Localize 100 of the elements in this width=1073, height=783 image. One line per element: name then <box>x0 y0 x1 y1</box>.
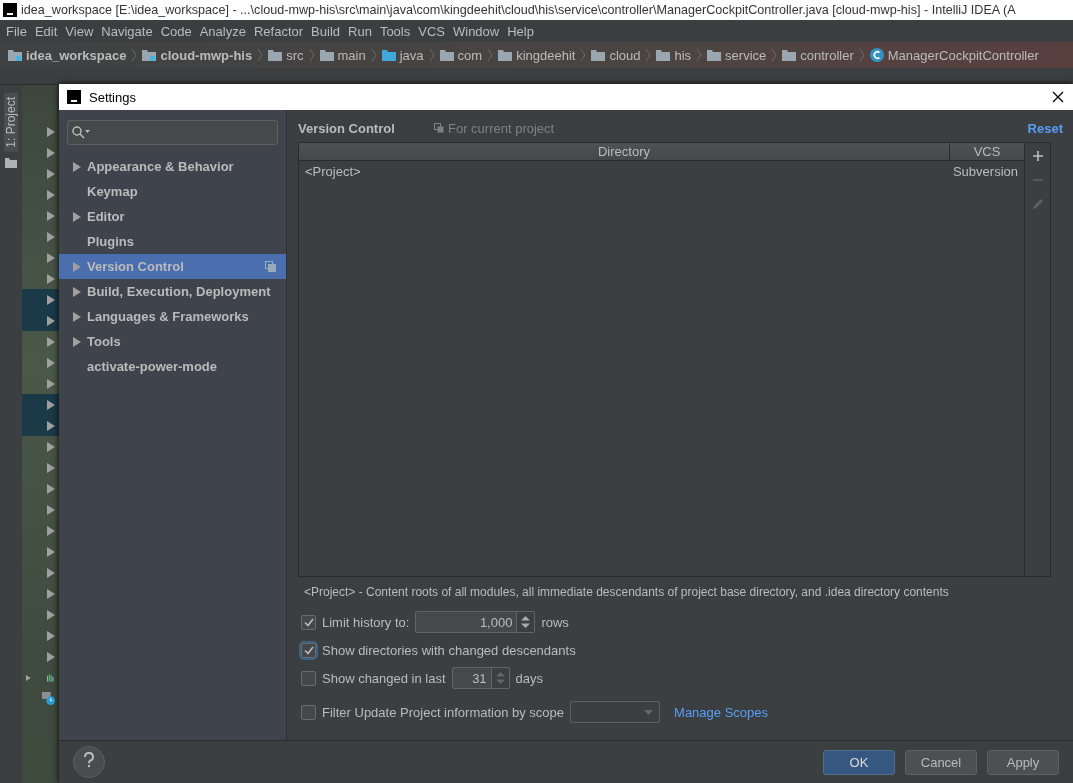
expand-arrow-icon[interactable] <box>47 231 55 242</box>
breadcrumb-item[interactable]: cloud-mwp-his <box>142 47 253 63</box>
chevron-icon <box>771 48 778 62</box>
close-icon[interactable] <box>1051 90 1065 104</box>
expand-arrow-icon[interactable] <box>47 189 55 200</box>
checkbox[interactable] <box>301 642 316 658</box>
menu-item[interactable]: Edit <box>30 23 62 39</box>
spinner-arrows-icon[interactable] <box>521 615 531 629</box>
expand-arrow-icon[interactable] <box>47 168 55 179</box>
dialog-button[interactable]: Apply <box>987 749 1059 775</box>
dialog-button[interactable]: Cancel <box>905 749 977 775</box>
settings-category[interactable]: Languages & Frameworks <box>59 304 286 329</box>
settings-category[interactable]: Editor <box>59 204 286 229</box>
search-field[interactable] <box>67 120 278 145</box>
column-header[interactable]: VCS <box>949 143 1024 160</box>
expand-arrow-icon[interactable] <box>47 630 55 641</box>
expand-arrow-icon[interactable] <box>47 525 55 536</box>
breadcrumb-item[interactable]: main <box>319 47 366 63</box>
checkbox[interactable] <box>301 704 316 720</box>
tree-row[interactable] <box>22 289 59 310</box>
expand-arrow-icon[interactable] <box>73 286 81 297</box>
expand-arrow-icon[interactable] <box>47 651 55 662</box>
scope-label: For current project <box>448 120 555 136</box>
expand-arrow-icon[interactable] <box>73 311 81 322</box>
caret-icon <box>644 709 654 715</box>
expand-arrow-icon[interactable] <box>26 672 31 683</box>
expand-arrow-icon[interactable] <box>47 147 55 158</box>
help-button[interactable] <box>73 746 105 778</box>
expand-arrow-icon[interactable] <box>47 126 55 137</box>
checkbox[interactable] <box>301 670 316 686</box>
settings-category[interactable]: activate-power-mode <box>59 354 286 379</box>
dialog-button[interactable]: OK <box>823 749 895 775</box>
expand-arrow-icon[interactable] <box>47 378 55 389</box>
column-header[interactable]: Directory <box>299 143 949 160</box>
settings-category[interactable]: Keymap <box>59 179 286 204</box>
expand-arrow-icon[interactable] <box>73 211 81 222</box>
menu-item[interactable]: Code <box>156 23 196 39</box>
dialog-title: Settings <box>89 89 137 105</box>
breadcrumb-item[interactable]: java <box>381 47 424 63</box>
menu-item[interactable]: Window <box>448 23 504 39</box>
expand-arrow-icon[interactable] <box>47 588 55 599</box>
tree-row[interactable] <box>22 394 59 415</box>
folder-icon <box>782 49 797 61</box>
expand-arrow-icon[interactable] <box>47 399 55 410</box>
folder-icon <box>319 49 334 61</box>
expand-arrow-icon[interactable] <box>47 567 55 578</box>
menu-item[interactable]: File <box>2 23 31 39</box>
expand-arrow-icon[interactable] <box>47 546 55 557</box>
breadcrumb-item[interactable]: src <box>268 47 304 63</box>
expand-arrow-icon[interactable] <box>47 273 55 284</box>
manage-scopes-link[interactable]: Manage Scopes <box>674 704 768 720</box>
folder-icon <box>591 49 606 61</box>
breadcrumb-item[interactable]: com <box>439 47 483 63</box>
breadcrumb-item[interactable]: kingdeehit <box>498 47 576 63</box>
menu-item[interactable]: Analyze <box>195 23 250 39</box>
breadcrumb-item[interactable]: controller <box>782 47 854 63</box>
expand-arrow-icon[interactable] <box>47 420 55 431</box>
menu-item[interactable]: Navigate <box>97 23 157 39</box>
breadcrumb-item[interactable]: ManagerCockpitController <box>869 47 1039 63</box>
expand-arrow-icon[interactable] <box>47 336 55 347</box>
menu-item[interactable]: Refactor <box>249 23 308 39</box>
menu-item[interactable]: View <box>61 23 98 39</box>
tree-row[interactable] <box>22 310 59 331</box>
folder-icon <box>707 49 722 61</box>
expand-arrow-icon[interactable] <box>47 483 55 494</box>
expand-arrow-icon[interactable] <box>47 294 55 305</box>
window-title: idea_workspace [E:\idea_workspace] - ...\cloud-mwp-his\src\main\java\com\kingdeehit\cloud\his\service\controller\ManagerCockpitController.java [cloud-mwp-his] - IntelliJ IDEA (A <box>21 3 1016 17</box>
project-tool-tab[interactable]: 1: Project <box>4 93 18 152</box>
expand-arrow-icon[interactable] <box>47 441 55 452</box>
menu-item[interactable]: Help <box>503 23 538 39</box>
menu-item[interactable]: Run <box>344 23 376 39</box>
expand-arrow-icon[interactable] <box>47 252 55 263</box>
breadcrumb-item[interactable]: his <box>656 47 692 63</box>
menu-item[interactable]: VCS <box>414 23 449 39</box>
expand-arrow-icon[interactable] <box>47 315 55 326</box>
expand-arrow-icon[interactable] <box>47 210 55 221</box>
add-icon[interactable] <box>1030 149 1045 163</box>
settings-category[interactable]: Tools <box>59 329 286 354</box>
number-field[interactable]: 1,000 <box>415 611 518 633</box>
settings-category[interactable]: Build, Execution, Deployment <box>59 279 286 304</box>
folder-icon <box>656 49 671 61</box>
expand-arrow-icon[interactable] <box>47 462 55 473</box>
note-text: <Project> - Content roots of all modules, all immediate descendants of project base directory, and .idea directory contents <box>304 585 950 599</box>
expand-arrow-icon[interactable] <box>47 609 55 620</box>
number-field[interactable]: 31 <box>451 667 492 689</box>
checkbox[interactable] <box>301 614 316 630</box>
tree-row[interactable] <box>22 415 59 436</box>
breadcrumb-item[interactable]: idea_workspace <box>8 47 127 63</box>
settings-category[interactable]: Version Control <box>59 254 286 279</box>
expand-arrow-icon[interactable] <box>73 161 81 172</box>
settings-category[interactable]: Appearance & Behavior <box>59 154 286 179</box>
menu-item[interactable]: Build <box>307 23 344 39</box>
reset-link[interactable]: Reset <box>1027 120 1063 136</box>
expand-arrow-icon[interactable] <box>47 357 55 368</box>
breadcrumb-item[interactable]: cloud <box>591 47 641 63</box>
expand-arrow-icon[interactable] <box>47 504 55 515</box>
settings-category[interactable]: Plugins <box>59 229 286 254</box>
expand-arrow-icon[interactable] <box>73 336 81 347</box>
breadcrumb-item[interactable]: service <box>707 47 767 63</box>
menu-item[interactable]: Tools <box>375 23 415 39</box>
